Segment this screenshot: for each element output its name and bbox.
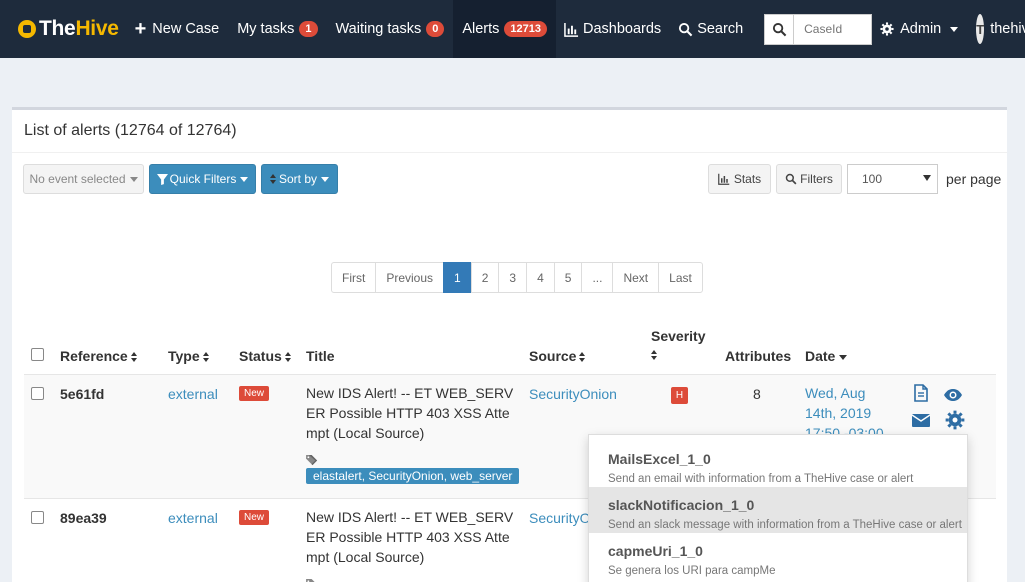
- responders-dropdown: MailsExcel_1_0 Send an email with inform…: [588, 434, 968, 582]
- select-all-checkbox[interactable]: [31, 348, 44, 361]
- search-icon: [679, 22, 693, 36]
- chevron-down-icon: [923, 175, 931, 181]
- responder-item-capmeuri[interactable]: capmeUri_1_0 Se genera los URI para camp…: [589, 533, 967, 579]
- sort-by-button[interactable]: Sort by: [261, 164, 338, 194]
- sort-icon: [651, 350, 658, 360]
- gear-icon: [880, 22, 894, 36]
- username-link[interactable]: thehive: [990, 0, 1025, 58]
- alert-reference[interactable]: 5e61fd: [60, 386, 104, 402]
- pagination-item[interactable]: 2: [470, 262, 500, 293]
- case-id-input[interactable]: [793, 13, 873, 45]
- my-tasks-count-badge: 1: [299, 21, 318, 37]
- new-case-button[interactable]: + New Case: [119, 0, 229, 58]
- chevron-down-icon: [839, 354, 848, 360]
- box-divider: [12, 152, 1007, 153]
- plus-icon: +: [134, 18, 147, 40]
- my-tasks-link[interactable]: My tasks 1: [228, 0, 326, 58]
- row-checkbox[interactable]: [31, 511, 44, 524]
- envelope-icon[interactable]: [911, 410, 931, 430]
- eye-icon[interactable]: [943, 385, 963, 405]
- top-navbar: TheHive + New Case My tasks 1 Waiting ta…: [0, 0, 1025, 58]
- waiting-tasks-count-badge: 0: [426, 21, 445, 37]
- sort-icon: [284, 352, 292, 362]
- alert-type[interactable]: external: [168, 386, 218, 402]
- alert-source[interactable]: SecurityO: [529, 510, 590, 526]
- column-header-status[interactable]: Status: [239, 348, 292, 364]
- column-header-date[interactable]: Date: [805, 348, 848, 364]
- bar-chart-icon: [717, 173, 730, 185]
- alert-title[interactable]: New IDS Alert! -- ET WEB_SERVER Possible…: [306, 383, 516, 443]
- alert-reference[interactable]: 89ea39: [60, 510, 107, 526]
- responder-item-slack[interactable]: slackNotificacion_1_0 Send an slack mess…: [589, 487, 967, 533]
- page-title: List of alerts (12764 of 12764): [24, 122, 237, 139]
- filters-button[interactable]: Filters: [776, 164, 842, 194]
- column-header-source[interactable]: Source: [529, 348, 586, 364]
- sort-icon: [269, 174, 277, 184]
- dashboards-link[interactable]: Dashboards: [556, 0, 670, 58]
- chevron-down-icon: [321, 176, 329, 182]
- case-search: [764, 13, 873, 45]
- admin-menu[interactable]: Admin: [880, 21, 959, 37]
- sort-icon: [202, 352, 210, 362]
- alert-type[interactable]: external: [168, 510, 218, 526]
- alerts-link[interactable]: Alerts 12713: [453, 0, 556, 58]
- search-link[interactable]: Search: [670, 0, 752, 58]
- pagination-item[interactable]: 1: [443, 262, 472, 293]
- bar-chart-icon: [564, 22, 579, 37]
- attributes-count: 8: [753, 386, 761, 402]
- row-checkbox[interactable]: [31, 387, 44, 400]
- page-size-select[interactable]: 100: [847, 164, 938, 194]
- pagination-item[interactable]: Previous: [375, 262, 445, 293]
- pagination-item[interactable]: ...: [581, 262, 614, 293]
- column-header-severity[interactable]: Severity: [651, 328, 705, 362]
- user-avatar[interactable]: T: [976, 14, 985, 44]
- status-badge: New: [239, 386, 270, 401]
- pagination: First Previous 1 2 3 4 5... Next Last: [331, 262, 703, 293]
- chevron-down-icon: [129, 176, 138, 182]
- tags-label[interactable]: elastalert, SecurityOnion, web_server: [306, 468, 520, 484]
- status-badge: New: [239, 510, 270, 525]
- chevron-down-icon: [240, 176, 249, 182]
- search-icon: [772, 22, 786, 36]
- search-icon: [785, 173, 797, 185]
- brand-logo[interactable]: TheHive: [0, 0, 119, 58]
- case-search-button[interactable]: [764, 13, 794, 45]
- column-header-title: Title: [306, 348, 335, 364]
- pagination-item[interactable]: 3: [498, 262, 528, 293]
- hive-logo-icon: [18, 20, 36, 38]
- chevron-down-icon: [950, 26, 959, 32]
- pagination-item[interactable]: 4: [526, 262, 555, 293]
- pagination-item[interactable]: 5: [553, 262, 583, 293]
- waiting-tasks-link[interactable]: Waiting tasks 0: [327, 0, 454, 58]
- filter-icon: [156, 173, 168, 185]
- sort-icon: [579, 352, 586, 362]
- alert-source[interactable]: SecurityOnion: [529, 386, 617, 402]
- column-header-type[interactable]: Type: [168, 348, 210, 364]
- alert-title[interactable]: New IDS Alert! -- ET WEB_SERVER Possible…: [306, 507, 516, 567]
- column-header-reference[interactable]: Reference: [60, 348, 138, 364]
- pagination-item[interactable]: Last: [658, 262, 703, 293]
- tag-icon: [306, 455, 318, 466]
- file-icon[interactable]: [911, 383, 931, 403]
- gear-icon[interactable]: [945, 410, 965, 430]
- per-page-label: per page: [946, 171, 1002, 187]
- sort-icon: [130, 352, 138, 362]
- pagination-item[interactable]: First: [331, 262, 377, 293]
- alerts-count-badge: 12713: [504, 21, 547, 37]
- column-header-attributes: Attributes: [725, 348, 792, 364]
- severity-badge: H: [671, 387, 688, 404]
- quick-filters-button[interactable]: Quick Filters: [149, 164, 256, 194]
- stats-button[interactable]: Stats: [708, 164, 771, 194]
- pagination-item[interactable]: Next: [612, 262, 660, 293]
- responder-item-mailsexcel[interactable]: MailsExcel_1_0 Send an email with inform…: [589, 441, 967, 487]
- event-select-button[interactable]: No event selected: [23, 164, 144, 194]
